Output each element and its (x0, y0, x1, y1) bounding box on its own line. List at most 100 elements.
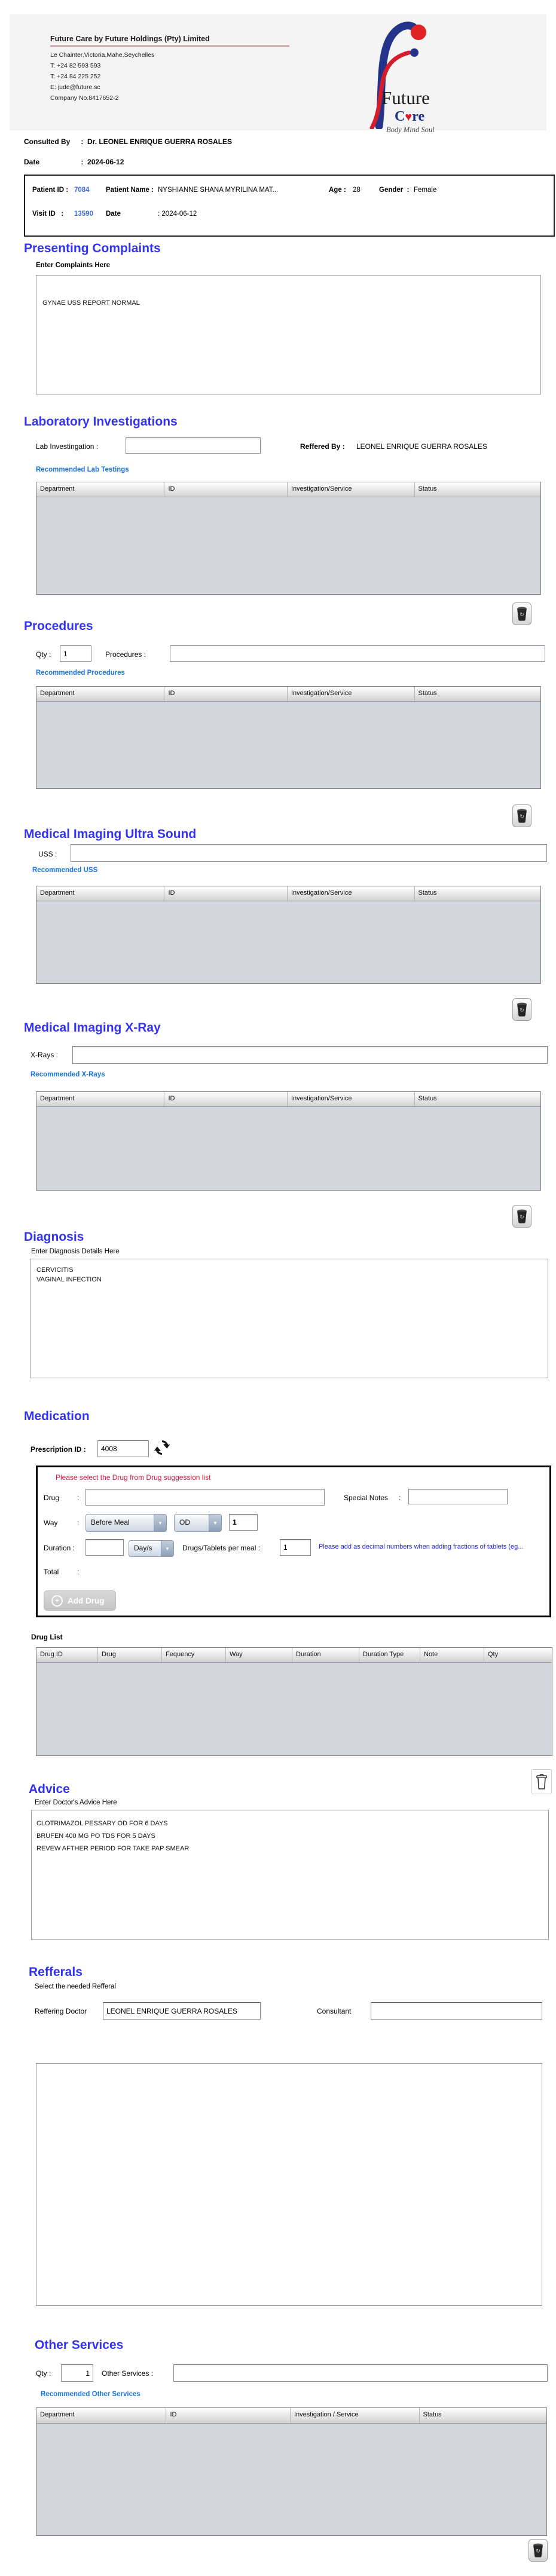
delete-advice-button[interactable] (531, 1769, 552, 1794)
letterhead: Future Care by Future Holdings (Pty) Lim… (10, 14, 546, 134)
duration-unit-value: Day/s (134, 1544, 152, 1552)
visit-id-label: Visit ID : (32, 210, 64, 218)
patient-name-value: NYSHIANNE SHANA MYRILINA MAT... (158, 186, 279, 194)
duration-input[interactable] (85, 1539, 124, 1556)
consultant-input[interactable] (371, 2002, 542, 2020)
xray-label: X-Rays : (30, 1051, 59, 1059)
diagnosis-label: Enter Diagnosis Details Here (31, 1248, 120, 1255)
visit-date-label: Date (106, 210, 121, 218)
special-notes-input[interactable] (408, 1489, 508, 1504)
refresh-icon (154, 1440, 170, 1455)
total-label: Total (44, 1568, 59, 1576)
other-services-qty-label: Qty : (36, 2369, 51, 2378)
uss-input[interactable] (71, 844, 547, 862)
uss-table-header: Department ID Investigation/Service Stat… (36, 886, 540, 901)
col-duration-type: Duration Type (359, 1648, 420, 1662)
recommended-xrays-link[interactable]: Recommended X-Rays (30, 1071, 105, 1078)
frequency-select[interactable]: OD ▼ (174, 1514, 222, 1532)
drug-input[interactable] (85, 1489, 325, 1506)
col-id: ID (164, 687, 288, 701)
col-investigation-service: Investigation/Service (288, 482, 415, 497)
xray-table-header: Department ID Investigation/Service Stat… (36, 1092, 540, 1107)
advice-textarea[interactable]: CLOTRIMAZOL PESSARY OD FOR 6 DAYS BRUFEN… (31, 1810, 549, 1940)
diagnosis-textarea[interactable]: CERVICITIS VAGINAL INFECTION (30, 1259, 548, 1378)
section-title-ultrasound: Medical Imaging Ultra Sound (24, 827, 197, 841)
other-services-qty-input[interactable] (61, 2364, 93, 2382)
col-status: Status (418, 485, 437, 492)
uss-table: Department ID Investigation/Service Stat… (36, 886, 541, 984)
way-qty-input[interactable] (229, 1514, 258, 1531)
patient-info-box: Patient ID : 7084 Patient Name : NYSHIAN… (24, 175, 555, 237)
referring-doctor-input[interactable] (103, 2002, 261, 2020)
heart-icon: ♥ (405, 111, 413, 124)
add-drug-button[interactable]: + Add Drug (44, 1590, 116, 1611)
lab-table-header: Department ID Investigation/Service Stat… (36, 482, 540, 497)
fraction-note: Please add as decimal numbers when addin… (319, 1543, 524, 1550)
procedures-table-header: Department ID Investigation/Service Stat… (36, 687, 540, 702)
drug-colon: : (77, 1494, 80, 1502)
col-status: Status (423, 2411, 442, 2418)
complaints-textarea[interactable]: GYNAE USS REPORT NORMAL (36, 275, 541, 394)
per-meal-input[interactable] (280, 1539, 311, 1556)
recommended-uss-link[interactable]: Recommended USS (32, 867, 97, 874)
consultation-date-line: Date : 2024-06-12 (24, 158, 124, 166)
section-title-xray: Medical Imaging X-Ray (24, 1021, 161, 1035)
col-duration: Duration (292, 1648, 359, 1662)
other-services-table: Department ID Investigation / Service St… (36, 2407, 547, 2536)
col-department: Department (36, 886, 165, 901)
meal-select[interactable]: Before Meal ▼ (85, 1514, 167, 1532)
recommended-procedures-link[interactable]: Recommended Procedures (36, 669, 125, 677)
patient-id-label: Patient ID : (32, 186, 69, 194)
col-investigation-service: Investigation/Service (288, 687, 415, 701)
delete-uss-button[interactable]: ↻ (512, 998, 531, 1021)
company-number: Company No.8417652-2 (50, 94, 119, 102)
way-label: Way (44, 1519, 58, 1527)
delete-other-service-button[interactable]: ↻ (528, 2539, 548, 2562)
procedures-qty-label: Qty : (36, 650, 51, 659)
col-department: Department (36, 482, 165, 497)
section-title-advice: Advice (29, 1782, 70, 1796)
procedures-qty-input[interactable] (60, 645, 91, 662)
recommended-other-services-link[interactable]: Recommended Other Services (41, 2391, 140, 2398)
other-services-input[interactable] (173, 2364, 548, 2382)
col-department: Department (36, 1092, 165, 1106)
prescription-id-label: Prescription ID : (30, 1445, 86, 1454)
total-colon: : (77, 1568, 80, 1576)
date-value: 2024-06-12 (87, 158, 124, 166)
procedures-label: Procedures : (105, 650, 146, 659)
col-id: ID (164, 1092, 288, 1106)
col-investigation-service: Investigation/Service (288, 1092, 415, 1106)
frequency-select-value: OD (179, 1518, 190, 1526)
company-email: E: jude@future.sc (50, 84, 100, 91)
logo-care-text: C♥re (395, 109, 425, 124)
referrals-list-box[interactable] (36, 2063, 542, 2306)
other-services-table-header: Department ID Investigation / Service St… (36, 2408, 546, 2424)
recommended-lab-testings-link[interactable]: Recommended Lab Testings (36, 466, 129, 473)
trash-icon: ↻ (517, 607, 527, 621)
xray-input[interactable] (72, 1046, 548, 1064)
delete-lab-testing-button[interactable]: ↻ (512, 602, 531, 625)
other-services-label: Other Services : (102, 2369, 154, 2378)
svg-text:↻: ↻ (536, 2548, 540, 2554)
referring-doctor-label: Reffering Doctor (35, 2007, 87, 2015)
duration-unit-select[interactable]: Day/s ▼ (129, 1540, 174, 1557)
col-investigation-service: Investigation / Service (291, 2408, 420, 2423)
advice-label: Enter Doctor's Advice Here (35, 1799, 117, 1806)
consulted-by-line: Consulted By : Dr. LEONEL ENRIQUE GUERRA… (24, 137, 233, 146)
trash-icon: ↻ (517, 1209, 527, 1223)
referred-by-label: Reffered By : (300, 442, 345, 451)
chevron-down-icon: ▼ (161, 1541, 173, 1556)
procedures-input[interactable] (170, 645, 545, 662)
patient-id-value: 7084 (74, 186, 90, 194)
col-id: ID (164, 886, 288, 901)
special-notes-label: Special Notes (344, 1494, 389, 1502)
lab-testings-table: Department ID Investigation/Service Stat… (36, 482, 541, 595)
referrals-subtitle: Select the needed Refferal (35, 1983, 116, 1990)
lab-investigation-input[interactable] (126, 438, 261, 454)
prescription-id-input[interactable] (97, 1440, 149, 1457)
section-title-other-services: Other Services (35, 2338, 124, 2352)
delete-xray-button[interactable]: ↻ (512, 1205, 531, 1228)
refresh-prescription-button[interactable] (154, 1438, 170, 1460)
delete-procedure-button[interactable]: ↻ (512, 804, 531, 827)
drug-list-table-header: Drug ID Drug Fequency Way Duration Durat… (36, 1648, 552, 1663)
